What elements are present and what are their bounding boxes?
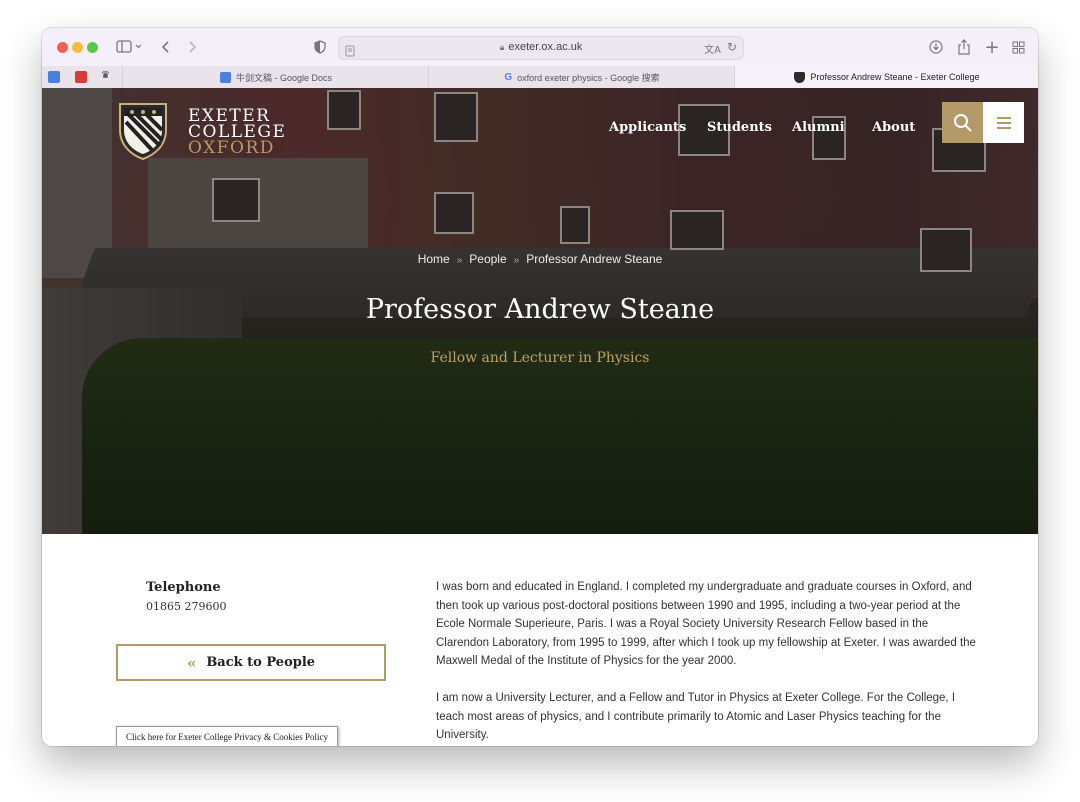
tab-label: Professor Andrew Steane - Exeter College <box>810 72 980 82</box>
hamburger-icon <box>996 116 1011 129</box>
bio-paragraph: I was born and educated in England. I co… <box>436 581 976 668</box>
college-wordmark[interactable]: EXETER COLLEGE OXFORD <box>188 108 286 158</box>
exeter-shield-icon <box>794 71 806 83</box>
window-pane <box>560 206 590 244</box>
tab-label: oxford exeter physics - Google 搜索 <box>517 72 660 83</box>
nav-about[interactable]: About <box>872 120 915 135</box>
pinned-crown-icon[interactable]: ♛ <box>101 70 110 81</box>
zoom-window-button[interactable] <box>87 42 98 53</box>
tab-google-search[interactable]: G oxford exeter physics - Google 搜索 <box>428 66 735 88</box>
search-button[interactable] <box>942 102 983 143</box>
breadcrumb-home[interactable]: Home <box>418 252 450 266</box>
cookie-policy-link[interactable]: Click here for Exeter College Privacy & … <box>116 726 338 746</box>
hero-banner: EXETER COLLEGE OXFORD Applicants Student… <box>42 88 1038 534</box>
address-url: exeter.ox.ac.uk <box>508 41 583 53</box>
breadcrumb-separator-icon: » <box>456 255 463 266</box>
search-icon <box>953 113 972 132</box>
window-pane <box>212 178 260 222</box>
menu-button[interactable] <box>983 102 1024 143</box>
double-chevron-left-icon: « <box>186 653 197 672</box>
reload-icon[interactable]: ↻ <box>727 40 737 54</box>
tab-exeter-college[interactable]: Professor Andrew Steane - Exeter College <box>734 66 1038 88</box>
telephone-label: Telephone <box>146 580 221 595</box>
profile-content: Telephone 01865 279600 « Back to People … <box>42 534 1038 746</box>
browser-toolbar: 🔒︎ exeter.ox.ac.uk 文A ↻ + <box>42 28 1038 67</box>
window-pane <box>327 90 361 130</box>
sidebar-toggle-icon[interactable] <box>114 36 144 58</box>
downloads-icon[interactable] <box>926 36 946 58</box>
close-window-button[interactable] <box>57 42 68 53</box>
tab-google-docs[interactable]: 牛剑文稿 - Google Docs <box>122 66 429 88</box>
bio-paragraph: I am now a University Lecturer, and a Fe… <box>436 691 956 742</box>
breadcrumb-current: Professor Andrew Steane <box>526 252 663 266</box>
translate-icon[interactable]: 文A <box>704 41 721 56</box>
tab-label: 牛剑文稿 - Google Docs <box>235 72 333 83</box>
logo-line: OXFORD <box>188 138 275 158</box>
breadcrumb-people[interactable]: People <box>469 252 506 266</box>
telephone-value[interactable]: 01865 279600 <box>146 600 226 613</box>
college-crest-icon[interactable] <box>118 102 168 160</box>
window-pane <box>434 192 474 234</box>
breadcrumb-separator-icon: » <box>513 255 520 266</box>
page-subtitle: Fellow and Lecturer in Physics <box>430 350 650 366</box>
privacy-shield-icon[interactable] <box>310 36 330 58</box>
forward-arrow-icon[interactable] <box>182 36 202 58</box>
window-pane <box>434 92 478 142</box>
nav-applicants[interactable]: Applicants <box>609 120 686 135</box>
new-tab-icon[interactable]: + <box>982 36 1002 58</box>
lock-icon: 🔒︎ <box>499 42 505 52</box>
tab-overview-icon[interactable] <box>1008 36 1028 58</box>
back-to-people-button[interactable]: « Back to People <box>116 644 386 681</box>
pinned-docs-icon[interactable] <box>48 71 60 83</box>
google-icon: G <box>504 71 513 83</box>
nav-students[interactable]: Students <box>707 120 772 135</box>
google-docs-icon <box>219 71 231 83</box>
window-pane <box>670 210 724 250</box>
back-button-label: Back to People <box>206 655 316 670</box>
pinned-red-icon[interactable] <box>75 71 87 83</box>
page-title: Professor Andrew Steane <box>365 294 715 325</box>
back-arrow-icon[interactable] <box>156 36 176 58</box>
nav-alumni[interactable]: Alumni <box>792 120 845 135</box>
minimize-window-button[interactable] <box>72 42 83 53</box>
biography: I was born and educated in England. I co… <box>436 578 976 746</box>
share-icon[interactable] <box>954 36 974 58</box>
browser-window: 🔒︎ exeter.ox.ac.uk 文A ↻ + ♛ 牛剑文稿 - Google… <box>42 28 1038 746</box>
address-bar[interactable]: 🔒︎ exeter.ox.ac.uk 文A ↻ <box>338 36 744 60</box>
tab-bar: ♛ 牛剑文稿 - Google Docs G oxford exeter phy… <box>42 66 1038 89</box>
breadcrumb: Home » People » Professor Andrew Steane <box>42 252 1038 266</box>
